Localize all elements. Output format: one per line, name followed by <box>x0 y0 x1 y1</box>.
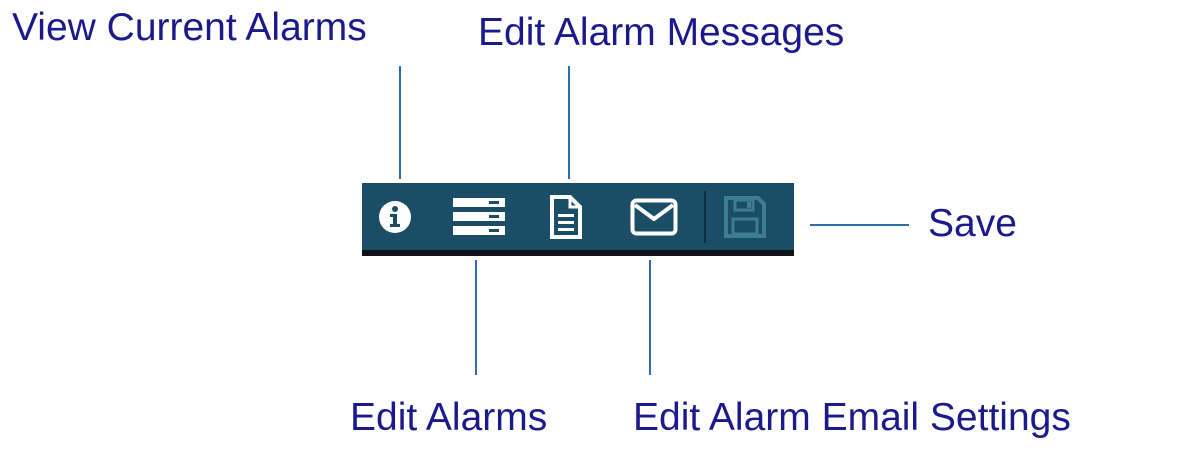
edit-alarm-email-settings-label: Edit Alarm Email Settings <box>633 396 1071 439</box>
leader-line-edit-alarm-messages <box>568 66 570 179</box>
save-label: Save <box>928 202 1017 245</box>
edit-alarms-button[interactable] <box>452 183 506 250</box>
edit-alarm-messages-button[interactable] <box>544 183 588 250</box>
alarm-toolbar <box>362 183 794 256</box>
leader-line-save <box>810 224 909 226</box>
floppy-disk-icon <box>723 195 767 239</box>
document-icon <box>549 194 583 240</box>
save-button[interactable] <box>718 183 772 250</box>
view-current-alarms-button[interactable] <box>370 183 420 250</box>
leader-line-view-current-alarms <box>399 66 401 179</box>
server-stack-icon <box>453 197 505 236</box>
edit-alarm-messages-label: Edit Alarm Messages <box>478 11 845 54</box>
edit-alarm-email-settings-button[interactable] <box>626 183 682 250</box>
edit-alarms-label: Edit Alarms <box>350 396 548 439</box>
view-current-alarms-label: View Current Alarms <box>12 6 367 49</box>
toolbar-separator <box>704 191 706 243</box>
envelope-icon <box>630 198 678 236</box>
leader-line-edit-alarms <box>475 260 477 375</box>
leader-line-edit-alarm-email-settings <box>649 260 651 375</box>
info-circle-icon <box>378 200 412 234</box>
